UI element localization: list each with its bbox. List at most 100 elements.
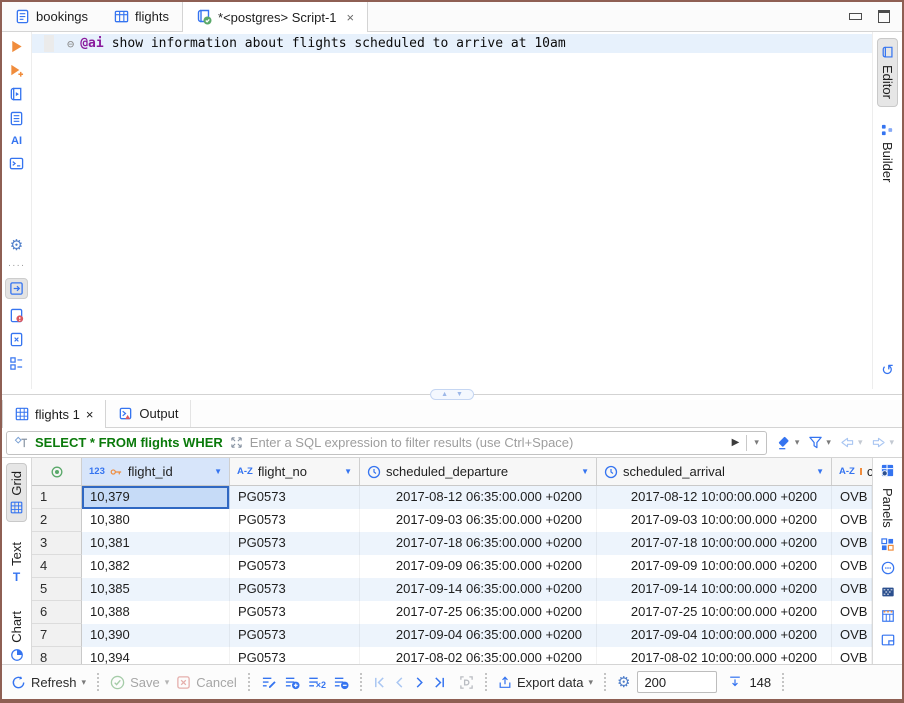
column-header-flight-id[interactable]: 123 flight_id ▼ bbox=[82, 458, 230, 485]
no-format-file-icon[interactable] bbox=[9, 332, 24, 347]
dock-tab-builder[interactable]: Builder bbox=[878, 117, 897, 189]
structure-icon[interactable] bbox=[9, 356, 24, 371]
filter-dropdown-icon[interactable]: ▾ bbox=[754, 437, 759, 448]
tab-output[interactable]: Output bbox=[106, 400, 191, 427]
tab-bookings[interactable]: bookings bbox=[2, 2, 101, 31]
detail-panel-icon[interactable] bbox=[881, 633, 895, 647]
row-number[interactable]: 8 bbox=[32, 647, 82, 664]
column-header-clipped[interactable]: A-Z c bbox=[832, 458, 872, 485]
table-cell[interactable]: 2017-09-04 06:35:00.000 +0200 bbox=[360, 624, 597, 647]
services-grid-icon[interactable] bbox=[881, 538, 894, 551]
table-cell[interactable]: 2017-09-03 10:00:00.000 +0200 bbox=[597, 509, 832, 532]
first-page-icon[interactable] bbox=[373, 676, 386, 689]
table-cell[interactable]: 2017-08-02 06:35:00.000 +0200 bbox=[360, 647, 597, 664]
chevron-down-icon[interactable]: ▾ bbox=[588, 677, 593, 688]
row-number[interactable]: 3 bbox=[32, 532, 82, 555]
reload-page-icon[interactable] bbox=[459, 675, 474, 690]
chevron-down-icon[interactable]: ▾ bbox=[858, 437, 863, 448]
table-cell[interactable]: 2017-08-02 10:00:00.000 +0200 bbox=[597, 647, 832, 664]
chevron-down-icon[interactable]: ▾ bbox=[889, 437, 894, 448]
table-cell[interactable]: 2017-09-03 06:35:00.000 +0200 bbox=[360, 509, 597, 532]
table-cell[interactable]: OVB bbox=[832, 647, 872, 664]
select-all-header[interactable] bbox=[32, 458, 82, 485]
filter-input-box[interactable]: SELECT * FROM flights WHER ▶ ▾ bbox=[6, 431, 767, 455]
chevron-down-icon[interactable]: ▾ bbox=[795, 437, 800, 448]
table-cell[interactable]: OVB bbox=[832, 486, 872, 509]
table-cell[interactable]: OVB bbox=[832, 578, 872, 601]
table-cell[interactable]: PG0573 bbox=[230, 578, 360, 601]
page-size-settings-icon[interactable]: ⚙ bbox=[617, 673, 630, 691]
tab-flights-1[interactable]: flights 1 × bbox=[2, 400, 106, 428]
panel-splitter[interactable]: ▲ ▼ bbox=[2, 389, 902, 400]
table-cell[interactable]: 10,385 bbox=[82, 578, 230, 601]
page-size-input[interactable] bbox=[637, 671, 717, 693]
table-cell[interactable]: 2017-09-14 06:35:00.000 +0200 bbox=[360, 578, 597, 601]
table-cell[interactable]: 2017-07-25 10:00:00.000 +0200 bbox=[597, 601, 832, 624]
dot-circle-icon[interactable] bbox=[881, 561, 895, 575]
table-cell[interactable]: 2017-08-12 10:00:00.000 +0200 bbox=[597, 486, 832, 509]
table-cell[interactable]: PG0573 bbox=[230, 509, 360, 532]
previous-page-icon[interactable] bbox=[393, 676, 406, 689]
sort-dropdown-icon[interactable]: ▼ bbox=[816, 467, 824, 476]
row-number[interactable]: 6 bbox=[32, 601, 82, 624]
duplicate-row-icon[interactable]: ×2 bbox=[307, 674, 326, 690]
table-cell[interactable]: OVB bbox=[832, 555, 872, 578]
dock-tab-editor[interactable]: Editor bbox=[877, 38, 898, 107]
table-cell[interactable]: OVB bbox=[832, 601, 872, 624]
run-append-icon[interactable] bbox=[9, 63, 24, 78]
column-header-scheduled-arrival[interactable]: scheduled_arrival ▼ bbox=[597, 458, 832, 485]
table-settings-icon[interactable] bbox=[880, 463, 895, 478]
next-page-icon[interactable] bbox=[413, 676, 426, 689]
filter-expression-input[interactable] bbox=[250, 435, 725, 450]
mosaic-icon[interactable] bbox=[881, 585, 895, 599]
inline-result-toggle[interactable] bbox=[5, 278, 28, 299]
last-page-icon[interactable] bbox=[433, 676, 446, 689]
table-cell[interactable]: PG0573 bbox=[230, 601, 360, 624]
table-cell[interactable]: PG0573 bbox=[230, 486, 360, 509]
apply-filter-icon[interactable]: ▶ bbox=[732, 437, 740, 448]
problems-file-icon[interactable] bbox=[9, 308, 24, 323]
sort-dropdown-icon[interactable]: ▼ bbox=[214, 467, 222, 476]
funnel-icon[interactable] bbox=[808, 435, 823, 450]
table-cell[interactable]: 2017-09-09 06:35:00.000 +0200 bbox=[360, 555, 597, 578]
delete-row-icon[interactable] bbox=[333, 675, 349, 690]
table-cell[interactable]: PG0573 bbox=[230, 647, 360, 664]
tab-script-1[interactable]: *<postgres> Script-1 × bbox=[182, 2, 368, 32]
collapse-down-icon[interactable]: ▼ bbox=[456, 391, 463, 398]
run-icon[interactable] bbox=[9, 39, 24, 54]
view-tab-grid[interactable]: Grid bbox=[6, 463, 27, 522]
table-cell[interactable]: 10,388 bbox=[82, 601, 230, 624]
table-cell[interactable]: 10,390 bbox=[82, 624, 230, 647]
table-cell[interactable]: OVB bbox=[832, 532, 872, 555]
splitter-handle[interactable]: ▲ ▼ bbox=[430, 389, 474, 400]
edit-row-icon[interactable] bbox=[261, 675, 277, 690]
log-document-icon[interactable] bbox=[9, 111, 24, 126]
ai-assistant-icon[interactable]: AI bbox=[11, 135, 22, 147]
add-row-icon[interactable] bbox=[284, 675, 300, 690]
table-cell[interactable]: PG0573 bbox=[230, 624, 360, 647]
table-cell[interactable]: 2017-08-12 06:35:00.000 +0200 bbox=[360, 486, 597, 509]
pivot-table-icon[interactable] bbox=[881, 609, 895, 623]
sort-dropdown-icon[interactable]: ▼ bbox=[344, 467, 352, 476]
chevron-down-icon[interactable]: ▾ bbox=[165, 677, 170, 688]
settings-gear-icon[interactable]: ⚙ bbox=[10, 236, 23, 254]
rollback-icon[interactable]: ↺ bbox=[881, 361, 894, 379]
fetch-all-icon[interactable] bbox=[728, 675, 742, 689]
table-cell[interactable]: OVB bbox=[832, 624, 872, 647]
cancel-button[interactable]: Cancel bbox=[176, 675, 236, 690]
table-cell[interactable]: 2017-09-04 10:00:00.000 +0200 bbox=[597, 624, 832, 647]
view-tab-text[interactable]: Text T bbox=[7, 535, 26, 592]
table-cell[interactable]: 10,379 bbox=[82, 486, 230, 509]
sort-dropdown-icon[interactable]: ▼ bbox=[581, 467, 589, 476]
back-arrow-icon[interactable] bbox=[840, 436, 855, 449]
table-cell[interactable]: 10,381 bbox=[82, 532, 230, 555]
row-number[interactable]: 2 bbox=[32, 509, 82, 532]
table-cell[interactable]: 10,382 bbox=[82, 555, 230, 578]
refresh-button[interactable]: Refresh ▾ bbox=[11, 675, 86, 690]
fold-icon[interactable]: ⊖ bbox=[67, 37, 74, 51]
close-icon[interactable]: × bbox=[86, 407, 94, 422]
save-button[interactable]: Save ▾ bbox=[110, 675, 169, 690]
table-cell[interactable]: 2017-09-09 10:00:00.000 +0200 bbox=[597, 555, 832, 578]
table-cell[interactable]: 2017-07-18 10:00:00.000 +0200 bbox=[597, 532, 832, 555]
table-cell[interactable]: 10,394 bbox=[82, 647, 230, 664]
